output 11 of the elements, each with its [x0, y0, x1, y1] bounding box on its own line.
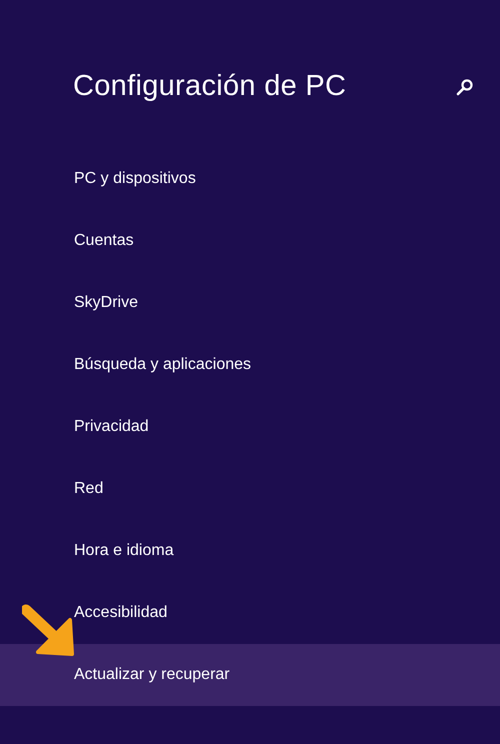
menu-item[interactable]: SkyDrive — [0, 272, 500, 334]
page-title: Configuración de PC — [73, 70, 346, 103]
menu-item[interactable]: Búsqueda y aplicaciones — [0, 334, 500, 396]
menu-item[interactable]: Cuentas — [0, 210, 500, 272]
menu-item[interactable]: Red — [0, 458, 500, 520]
search-icon[interactable] — [456, 78, 474, 96]
menu-item[interactable]: Privacidad — [0, 396, 500, 458]
menu-item[interactable]: PC y dispositivos — [0, 148, 500, 210]
menu-item[interactable]: Hora e idioma — [0, 520, 500, 582]
menu-item[interactable]: Actualizar y recuperar — [0, 644, 500, 706]
menu-item[interactable]: Accesibilidad — [0, 582, 500, 644]
